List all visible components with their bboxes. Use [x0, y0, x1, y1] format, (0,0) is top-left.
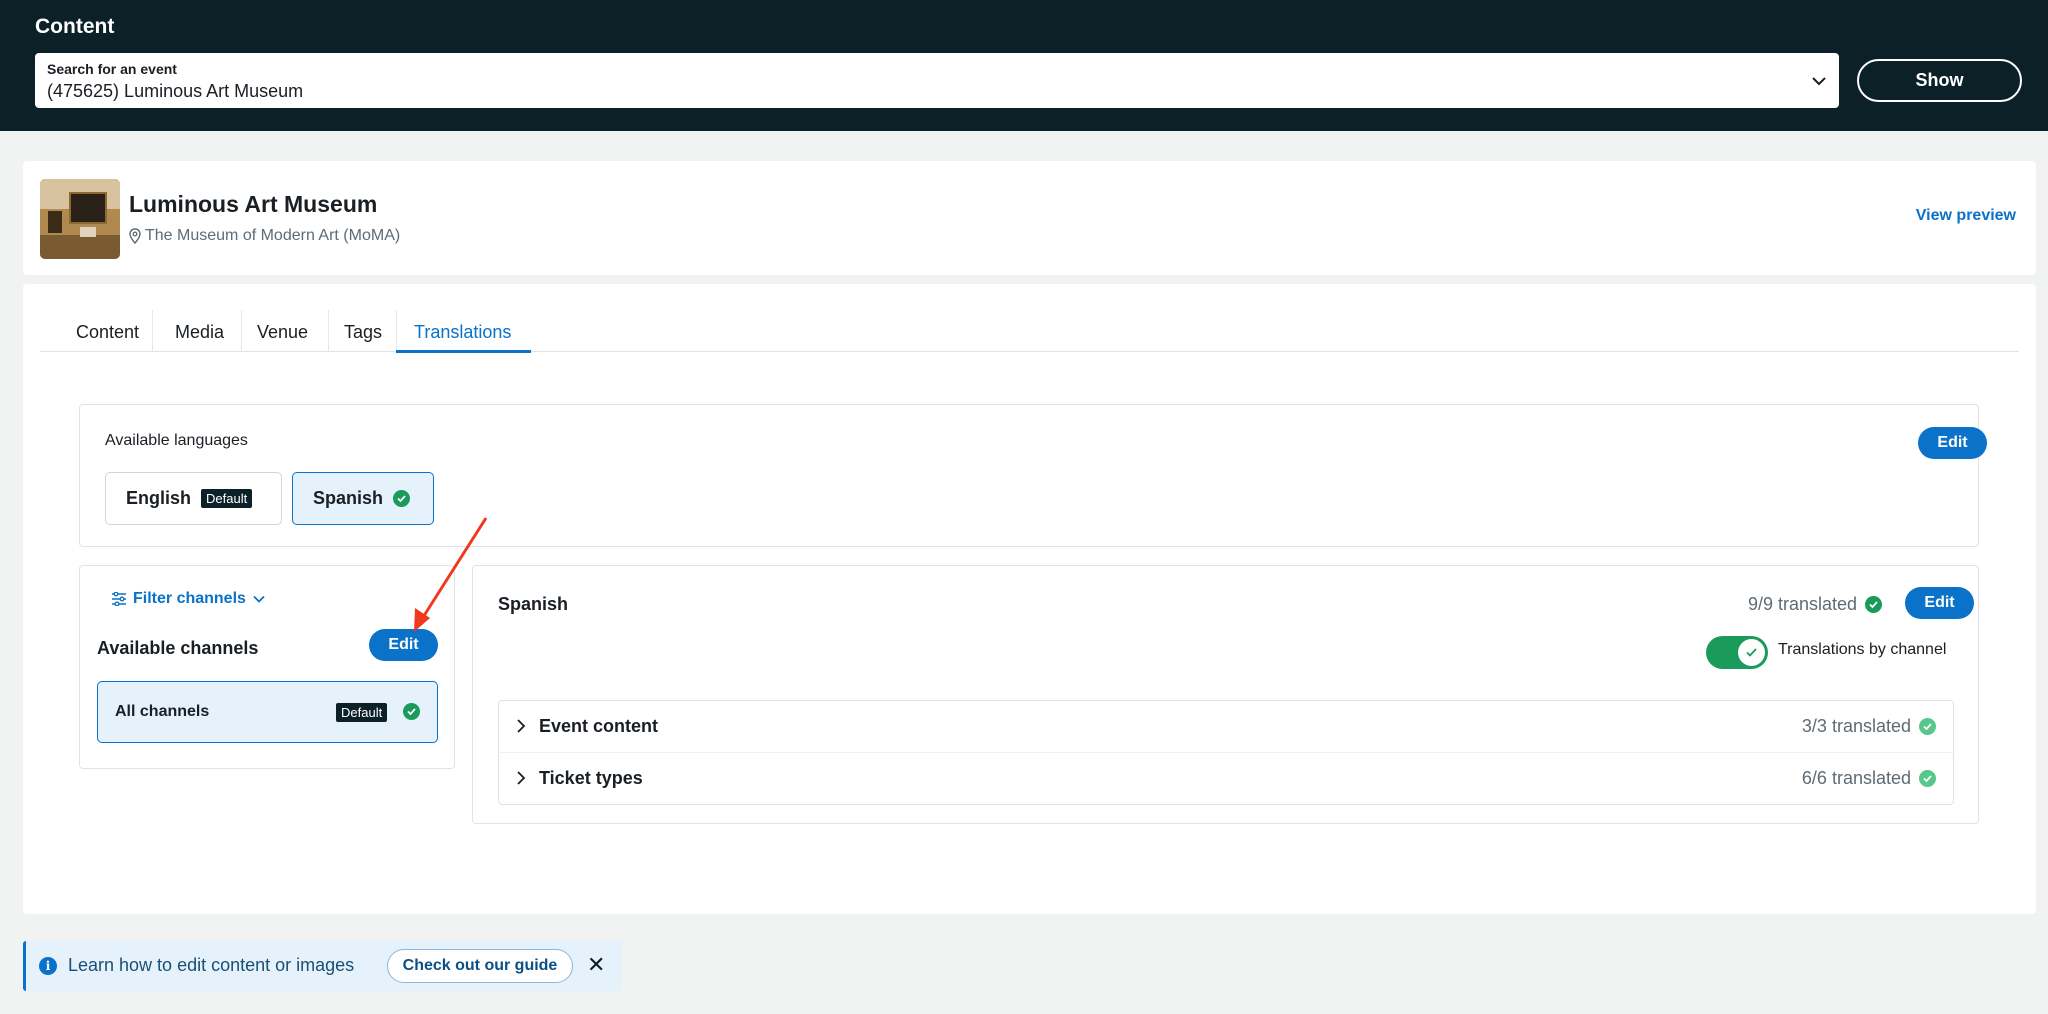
tab-translations[interactable]: Translations: [414, 322, 511, 343]
check-circle-icon: [393, 490, 411, 507]
active-tab-indicator: [396, 350, 531, 353]
sliders-icon: [112, 592, 126, 606]
page-title: Content: [35, 15, 115, 38]
check-circle-icon: [1919, 718, 1936, 735]
help-banner: i Learn how to edit content or images Ch…: [23, 941, 622, 991]
location-pin-icon: [129, 228, 141, 244]
check-icon: [1746, 648, 1757, 657]
chevron-down-icon[interactable]: [1811, 73, 1827, 89]
tab-media[interactable]: Media: [175, 322, 224, 343]
section-status: 3/3 translated: [1802, 716, 1936, 737]
channel-item-all-channels[interactable]: All channels Default: [97, 681, 438, 743]
main-panel: Content Media Venue Tags Translations Av…: [23, 284, 2036, 914]
translation-status: 9/9 translated: [1748, 594, 1883, 615]
check-guide-button[interactable]: Check out our guide: [387, 949, 573, 983]
language-label: Spanish: [313, 488, 384, 508]
view-preview-link[interactable]: View preview: [1916, 207, 2016, 225]
search-value: (475625) Luminous Art Museum: [47, 81, 304, 101]
venue-name: The Museum of Modern Art (MoMA): [145, 227, 401, 244]
section-status: 6/6 translated: [1802, 768, 1936, 789]
info-icon: i: [39, 957, 57, 975]
check-circle-icon: [1865, 596, 1883, 613]
tab-divider: [396, 310, 397, 352]
default-badge: Default: [336, 703, 388, 722]
event-name: Luminous Art Museum: [129, 191, 378, 217]
tab-venue[interactable]: Venue: [257, 322, 308, 343]
check-circle-icon: [1919, 770, 1936, 787]
channels-title: Available channels: [97, 638, 259, 658]
section-label: Ticket types: [539, 768, 643, 788]
tab-divider: [152, 310, 153, 352]
chevron-down-icon: [253, 595, 265, 603]
spanish-translation-panel: Spanish 9/9 translated Edit Translations…: [472, 565, 1979, 824]
channels-section: Filter channels Available channels Edit …: [79, 565, 455, 769]
accordion-ticket-types[interactable]: Ticket types 6/6 translated: [499, 753, 1953, 805]
tab-tags[interactable]: Tags: [344, 322, 382, 343]
event-search-select[interactable]: Search for an event (475625) Luminous Ar…: [35, 53, 1839, 108]
accordion-event-content[interactable]: Event content 3/3 translated: [499, 701, 1953, 753]
language-english[interactable]: English Default: [105, 472, 282, 525]
event-thumbnail: [40, 179, 120, 259]
check-circle-icon: [403, 703, 420, 720]
annotation-arrow: [414, 517, 488, 632]
tab-content[interactable]: Content: [76, 322, 139, 343]
close-icon[interactable]: ✕: [587, 952, 605, 978]
edit-languages-button[interactable]: Edit: [1918, 427, 1987, 459]
languages-title: Available languages: [105, 432, 248, 449]
translation-status-text: 9/9 translated: [1748, 594, 1858, 614]
edit-spanish-button[interactable]: Edit: [1905, 587, 1974, 619]
channel-label: All channels: [115, 703, 210, 720]
event-summary-card: Luminous Art Museum The Museum of Modern…: [23, 161, 2036, 275]
section-status-text: 3/3 translated: [1801, 716, 1911, 736]
language-title: Spanish: [498, 594, 569, 614]
chevron-right-icon: [517, 771, 526, 785]
banner-text: Learn how to edit content or images: [68, 955, 355, 975]
chevron-right-icon: [517, 719, 526, 733]
language-label: English: [126, 488, 192, 508]
translation-sections: Event content 3/3 translated Ticket type…: [498, 700, 1954, 805]
top-bar: Content Search for an event (475625) Lum…: [0, 0, 2048, 131]
show-button[interactable]: Show: [1857, 59, 2022, 102]
tab-divider: [241, 310, 242, 352]
translations-by-channel-toggle[interactable]: [1706, 636, 1768, 669]
section-status-text: 6/6 translated: [1801, 768, 1911, 788]
available-languages-section: Available languages Edit English Default…: [79, 404, 1987, 547]
tab-divider: [328, 310, 329, 352]
default-badge: Default: [201, 489, 253, 508]
section-label: Event content: [539, 716, 659, 736]
toggle-label: Translations by channel: [1778, 641, 1947, 658]
toggle-knob: [1738, 639, 1765, 666]
filter-channels-button[interactable]: Filter channels: [111, 590, 266, 608]
event-venue: The Museum of Modern Art (MoMA): [129, 227, 400, 245]
tab-bar: Content Media Venue Tags Translations: [40, 310, 2019, 353]
search-label: Search for an event: [47, 61, 177, 77]
filter-channels-label: Filter channels: [133, 590, 246, 607]
